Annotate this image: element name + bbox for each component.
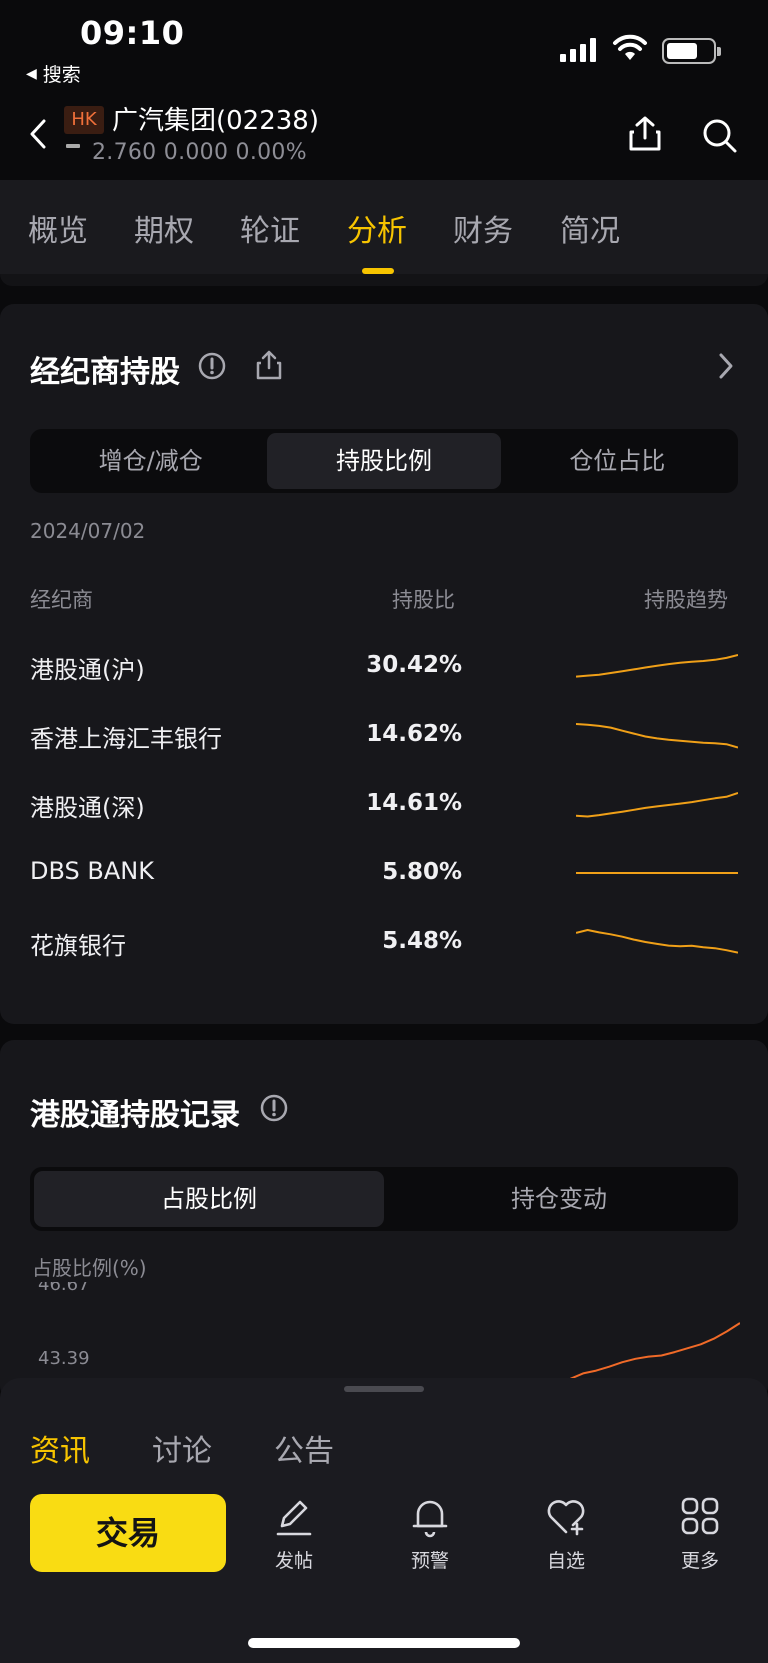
header-trend: 持股趋势 — [644, 588, 728, 612]
nav-alert[interactable]: 预警 — [390, 1494, 470, 1573]
tab-announcements[interactable]: 公告 — [274, 1426, 334, 1470]
trend-sparkline — [576, 872, 738, 874]
southbound-segment-control: 占股比例 持仓变动 — [30, 1167, 738, 1231]
tab-profile[interactable]: 简况 — [560, 206, 620, 250]
tab-overview[interactable]: 概览 — [28, 206, 88, 250]
pencil-icon — [276, 1500, 312, 1536]
nav-more[interactable]: 更多 — [660, 1494, 740, 1573]
info-icon[interactable] — [198, 352, 226, 380]
stock-price-line: 2.760 0.000 0.00% — [92, 140, 307, 165]
nav-watchlist-label: 自选 — [546, 1550, 585, 1572]
nav-watchlist[interactable]: 自选 — [526, 1494, 606, 1573]
market-badge: HK — [64, 106, 104, 134]
broker-ratio: 30.42% — [366, 652, 462, 678]
chevron-right-icon[interactable] — [718, 352, 734, 380]
grid-icon — [681, 1497, 719, 1535]
tab-options[interactable]: 期权 — [134, 206, 194, 250]
broker-ratio: 14.62% — [366, 721, 462, 747]
clipped-tick-wrap: 46.67 — [0, 1282, 768, 1294]
segment-increase-decrease[interactable]: 增仓/减仓 — [34, 433, 267, 489]
share-icon[interactable] — [628, 116, 662, 152]
wifi-icon — [613, 34, 647, 60]
segment-position-share[interactable]: 仓位占比 — [501, 433, 734, 489]
tab-financials[interactable]: 财务 — [453, 206, 513, 250]
broker-card-title: 经纪商持股 — [30, 355, 180, 390]
trend-sparkline — [576, 654, 738, 678]
search-icon[interactable] — [702, 118, 738, 154]
trend-line — [576, 792, 738, 818]
trend-sparkline — [576, 792, 738, 818]
broker-name: DBS BANK — [30, 857, 154, 885]
southbound-line-chart — [570, 1322, 740, 1380]
tab-analysis[interactable]: 分析 — [347, 206, 407, 250]
battery-icon — [662, 38, 721, 64]
broker-ratio: 14.61% — [366, 790, 462, 816]
tab-warrants[interactable]: 轮证 — [240, 206, 300, 250]
broker-segment-control: 增仓/减仓 持股比例 仓位占比 — [30, 429, 738, 493]
southbound-card-title: 港股通持股记录 — [30, 1098, 240, 1133]
nav-alert-label: 预警 — [410, 1550, 449, 1572]
nav-post-label: 发帖 — [274, 1550, 313, 1572]
back-search-label: 搜索 — [42, 64, 81, 86]
sheet-drag-handle[interactable] — [344, 1386, 424, 1392]
main-tabs: 概览 期权 轮证 分析 财务 简况 — [0, 180, 768, 274]
header-broker: 经纪商 — [30, 588, 93, 612]
trade-button[interactable]: 交易 — [30, 1494, 226, 1572]
segment-share-ratio[interactable]: 占股比例 — [34, 1171, 384, 1227]
flat-indicator-icon — [66, 144, 80, 148]
trend-line — [576, 654, 738, 678]
trend-sparkline — [576, 723, 738, 749]
broker-name: 港股通(深) — [30, 794, 145, 822]
broker-ratio: 5.48% — [382, 928, 462, 954]
segment-position-change[interactable]: 持仓变动 — [384, 1171, 734, 1227]
broker-name: 香港上海汇丰银行 — [30, 725, 222, 753]
heart-plus-icon — [547, 1500, 585, 1536]
trend-line — [570, 1322, 740, 1380]
status-time: 09:10 — [80, 14, 185, 52]
broker-name: 港股通(沪) — [30, 656, 145, 684]
y-tick-label: 46.67 — [38, 1282, 90, 1294]
home-indicator — [248, 1638, 520, 1648]
trend-line — [576, 723, 738, 749]
share-icon[interactable] — [256, 350, 282, 380]
trend-line — [576, 929, 738, 954]
header-ratio: 持股比 — [392, 588, 455, 612]
data-date: 2024/07/02 — [30, 519, 146, 543]
nav-more-label: 更多 — [680, 1550, 719, 1572]
tab-news[interactable]: 资讯 — [30, 1426, 90, 1470]
segment-holding-ratio[interactable]: 持股比例 — [267, 433, 501, 489]
nav-post[interactable]: 发帖 — [254, 1494, 334, 1573]
bell-icon — [412, 1500, 448, 1538]
tab-discussion[interactable]: 讨论 — [152, 1426, 212, 1470]
y-tick-label: 43.39 — [38, 1348, 90, 1369]
info-icon[interactable] — [260, 1094, 288, 1122]
stock-name: 广汽集团(02238) — [112, 106, 319, 136]
back-chevron-icon[interactable] — [28, 118, 48, 150]
back-triangle-icon: ◀ — [26, 65, 37, 82]
chart-y-axis-label: 占股比例(%) — [32, 1256, 147, 1280]
broker-name: 花旗银行 — [30, 932, 126, 960]
trend-sparkline — [576, 929, 738, 954]
cellular-signal-icon — [560, 38, 596, 62]
broker-ratio: 5.80% — [382, 859, 462, 885]
back-to-search[interactable]: ◀ 搜索 — [26, 60, 81, 87]
section-divider — [0, 274, 768, 286]
